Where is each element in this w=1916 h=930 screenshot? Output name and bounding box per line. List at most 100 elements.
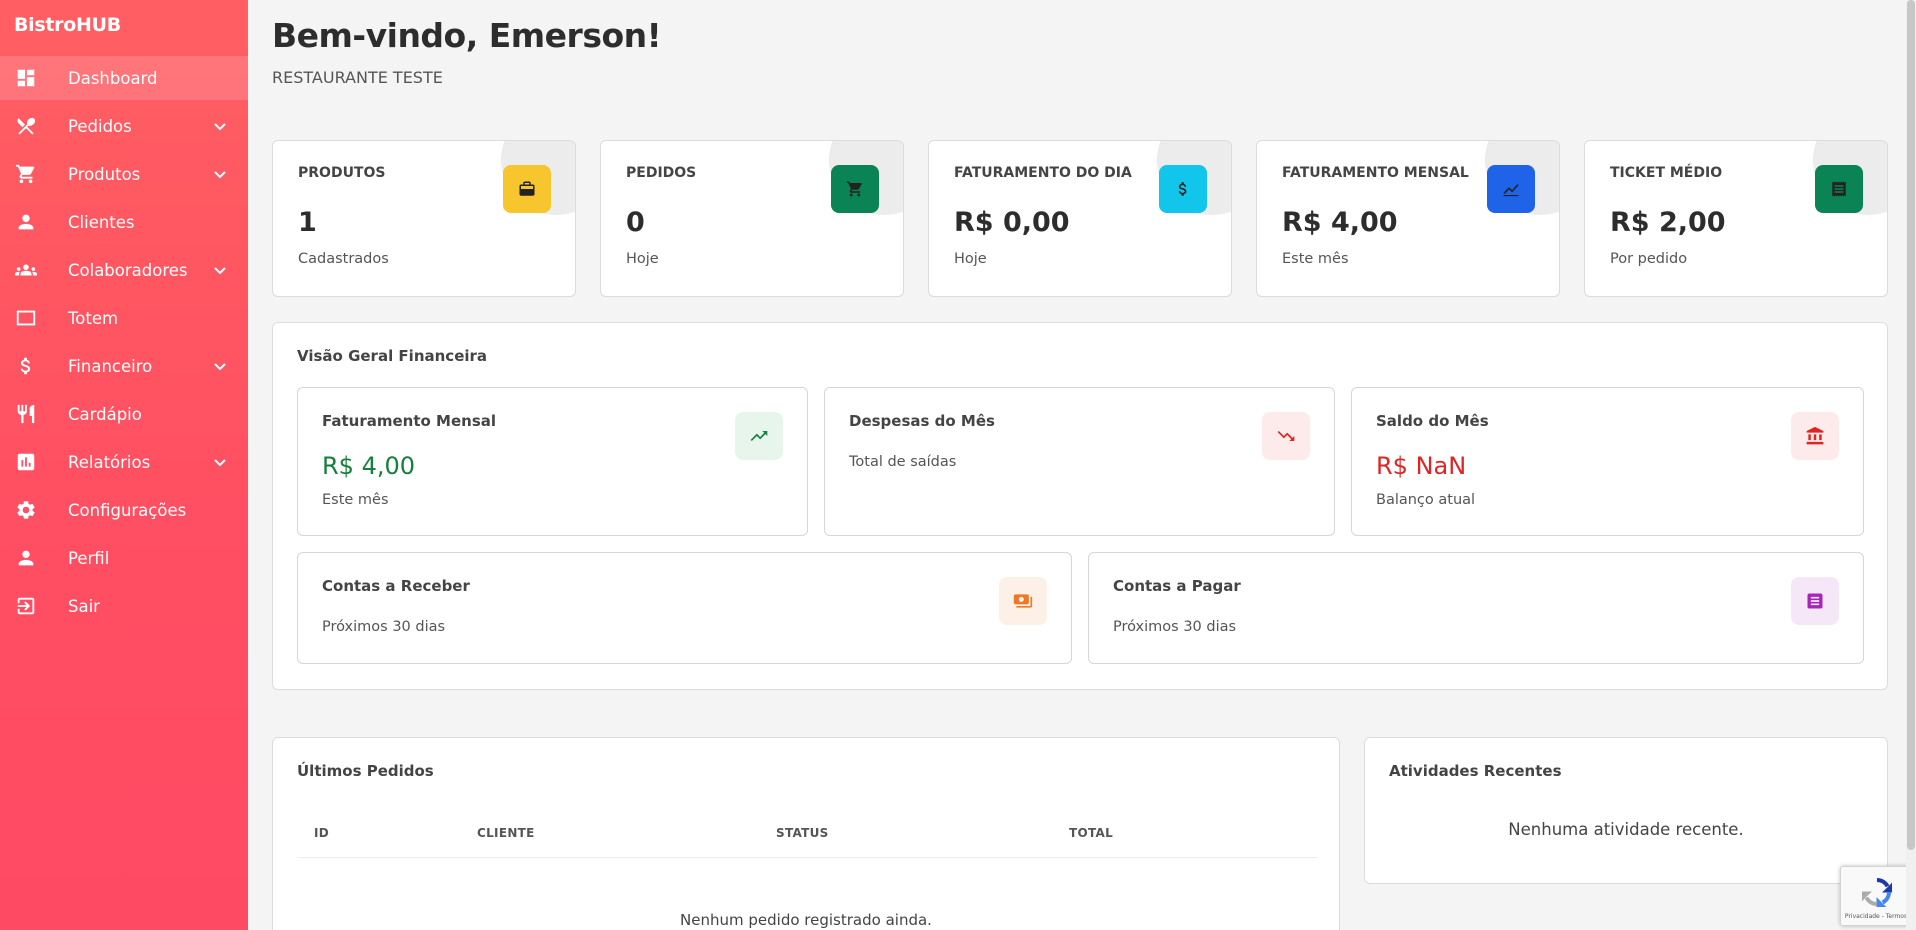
stat-title: TICKET MÉDIO (1610, 165, 1723, 181)
sidebar-item-totem[interactable]: Totem (0, 296, 248, 340)
main-content: Bem-vindo, Emerson! RESTAURANTE TESTE PR… (248, 0, 1916, 930)
sidebar-item-relatorios[interactable]: Relatórios (0, 440, 248, 484)
chevron-down-icon (212, 358, 228, 374)
stat-card-ticket-medio: TICKET MÉDIO R$ 2,00 Por pedido (1584, 140, 1888, 297)
panel-title: Atividades Recentes (1389, 762, 1562, 780)
card-subtitle: Este mês (322, 492, 389, 508)
money-icon (999, 577, 1047, 625)
card-subtitle: Próximos 30 dias (1113, 619, 1237, 635)
sidebar-item-label: Perfil (68, 548, 110, 568)
chevron-down-icon (212, 118, 228, 134)
dashboard-icon (14, 66, 38, 90)
card-contas-receber: Contas a Receber Próximos 30 dias (297, 552, 1072, 664)
activities-empty-message: Nenhuma atividade recente. (1508, 820, 1744, 839)
column-header-total[interactable]: TOTAL (1069, 826, 1113, 840)
sidebar-item-label: Totem (68, 308, 119, 328)
card-despesas-mes: Despesas do Mês Total de saídas (824, 387, 1335, 536)
bar-chart-icon (14, 450, 38, 474)
scrollbar-thumb[interactable] (1907, 0, 1915, 850)
sidebar-item-label: Produtos (68, 164, 141, 184)
stat-subtitle: Este mês (1282, 251, 1349, 267)
column-header-status[interactable]: STATUS (776, 826, 829, 840)
column-header-id[interactable]: ID (314, 826, 329, 840)
sidebar-item-label: Configurações (68, 500, 187, 520)
sidebar-item-label: Cardápio (68, 404, 142, 424)
page-scrollbar[interactable] (1906, 0, 1916, 930)
sidebar-item-financeiro[interactable]: Financeiro (0, 344, 248, 388)
stat-value: 1 (298, 207, 317, 238)
stat-subtitle: Por pedido (1610, 251, 1688, 267)
cart-icon (831, 165, 879, 213)
recent-activities-panel: Atividades Recentes Nenhuma atividade re… (1364, 737, 1888, 884)
recaptcha-icon (1862, 878, 1892, 907)
card-subtitle: Próximos 30 dias (322, 619, 446, 635)
stat-subtitle: Hoje (626, 251, 659, 267)
brand-logo[interactable]: BistroHUB (0, 0, 248, 56)
stat-subtitle: Hoje (954, 251, 987, 267)
sidebar-item-produtos[interactable]: Produtos (0, 152, 248, 196)
dollar-icon (14, 354, 38, 378)
sidebar-item-cardapio[interactable]: Cardápio (0, 392, 248, 436)
card-title: Despesas do Mês (849, 412, 995, 430)
sidebar-item-perfil[interactable]: Perfil (0, 536, 248, 580)
card-value: R$ 4,00 (322, 452, 416, 480)
sidebar-item-configuracoes[interactable]: Configurações (0, 488, 248, 532)
trending-down-icon (1262, 412, 1310, 460)
stat-card-pedidos: PEDIDOS 0 Hoje (600, 140, 904, 297)
card-title: Saldo do Mês (1376, 412, 1489, 430)
stat-title: PEDIDOS (626, 165, 697, 181)
card-subtitle: Balanço atual (1376, 492, 1476, 508)
page-title: Bem-vindo, Emerson! (272, 16, 662, 55)
sidebar-item-label: Financeiro (68, 356, 153, 376)
utensils-icon (14, 114, 38, 138)
sidebar-item-pedidos[interactable]: Pedidos (0, 104, 248, 148)
gear-icon (14, 498, 38, 522)
stat-subtitle: Cadastrados (298, 251, 389, 267)
chart-line-icon (1487, 165, 1535, 213)
card-contas-pagar: Contas a Pagar Próximos 30 dias (1088, 552, 1864, 664)
sidebar-item-label: Relatórios (68, 452, 151, 472)
card-saldo-mes: Saldo do Mês R$ NaN Balanço atual (1351, 387, 1864, 536)
sidebar-item-clientes[interactable]: Clientes (0, 200, 248, 244)
stat-value: R$ 2,00 (1610, 207, 1726, 238)
stat-value: R$ 0,00 (954, 207, 1070, 238)
stat-value: 0 (626, 207, 645, 238)
stat-card-faturamento-mensal: FATURAMENTO MENSAL R$ 4,00 Este mês (1256, 140, 1560, 297)
recaptcha-badge[interactable]: Privacidade - Termos (1840, 866, 1912, 926)
card-value: R$ NaN (1376, 452, 1467, 480)
stat-value: R$ 4,00 (1282, 207, 1398, 238)
stat-title: FATURAMENTO DO DIA (954, 165, 1132, 181)
column-header-cliente[interactable]: CLIENTE (477, 826, 535, 840)
box-icon (503, 165, 551, 213)
person-icon (14, 546, 38, 570)
sidebar-item-label: Sair (68, 596, 100, 616)
logout-icon (14, 594, 38, 618)
fork-knife-icon (14, 402, 38, 426)
recaptcha-links[interactable]: Privacidade - Termos (1841, 913, 1911, 920)
sidebar-item-colaboradores[interactable]: Colaboradores (0, 248, 248, 292)
receipt-icon (1815, 165, 1863, 213)
card-subtitle: Total de saídas (849, 454, 957, 470)
panel-title: Visão Geral Financeira (297, 347, 488, 365)
card-title: Faturamento Mensal (322, 412, 497, 430)
sidebar-item-sair[interactable]: Sair (0, 584, 248, 628)
cart-icon (14, 162, 38, 186)
person-icon (14, 210, 38, 234)
stat-card-produtos: PRODUTOS 1 Cadastrados (272, 140, 576, 297)
bank-icon (1791, 412, 1839, 460)
financial-overview-panel: Visão Geral Financeira Faturamento Mensa… (272, 322, 1888, 690)
stat-card-faturamento-dia: FATURAMENTO DO DIA R$ 0,00 Hoje (928, 140, 1232, 297)
restaurant-name: RESTAURANTE TESTE (272, 68, 443, 87)
panel-title: Últimos Pedidos (297, 762, 434, 780)
chevron-down-icon (212, 454, 228, 470)
sidebar-item-dashboard[interactable]: Dashboard (0, 56, 248, 100)
document-icon (1791, 577, 1839, 625)
card-faturamento-mensal: Faturamento Mensal R$ 4,00 Este mês (297, 387, 808, 536)
dollar-icon (1159, 165, 1207, 213)
orders-empty-message: Nenhum pedido registrado ainda. (680, 911, 932, 929)
trending-up-icon (735, 412, 783, 460)
monitor-icon (14, 306, 38, 330)
group-icon (14, 258, 38, 282)
sidebar: BistroHUB Dashboard Pedidos Produtos Cli… (0, 0, 248, 930)
chevron-down-icon (212, 166, 228, 182)
